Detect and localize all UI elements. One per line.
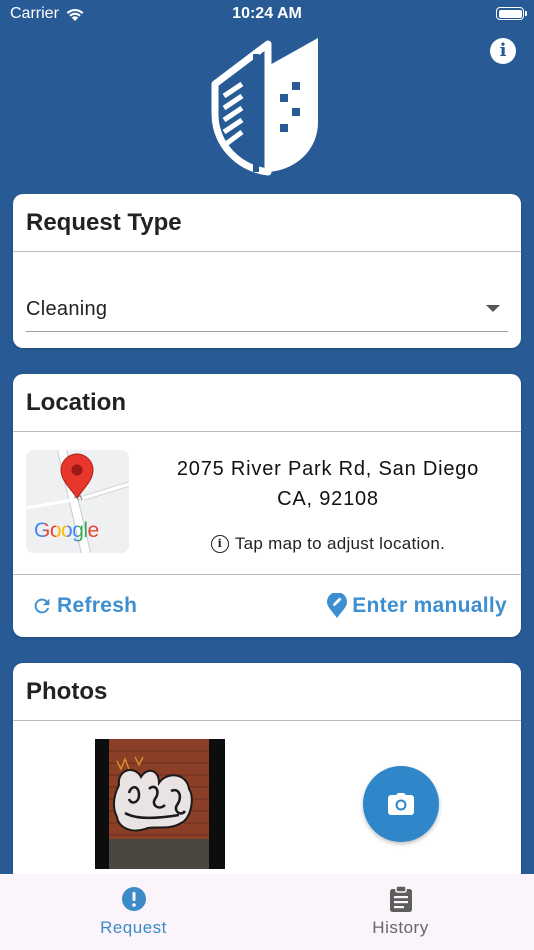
tab-history[interactable]: History <box>267 874 534 950</box>
request-type-value: Cleaning <box>26 298 108 320</box>
location-card: Location ark F Google 2075 River Park Rd… <box>13 374 521 637</box>
clipboard-icon <box>389 886 412 912</box>
request-type-title: Request Type <box>13 194 521 252</box>
location-actions: Refresh Enter manually <box>13 575 521 637</box>
tab-bar: Request History <box>0 874 534 950</box>
tab-request-label: Request <box>100 918 167 937</box>
edit-location-icon <box>327 593 348 618</box>
refresh-button[interactable]: Refresh <box>31 594 137 618</box>
battery-icon <box>496 7 527 20</box>
camera-button[interactable] <box>363 766 439 842</box>
alert-circle-icon <box>121 887 146 911</box>
google-brand: Google <box>34 519 99 543</box>
map-hint-text: Tap map to adjust location. <box>234 534 446 553</box>
address-line-2: CA, 92108 <box>277 488 379 510</box>
dropdown-caret-icon <box>486 305 500 312</box>
tab-history-label: History <box>372 918 429 937</box>
tab-request[interactable]: Request <box>0 874 267 950</box>
refresh-icon <box>34 598 50 614</box>
enter-manually-button[interactable]: Enter manually <box>326 593 507 619</box>
graffiti-photo <box>95 739 225 869</box>
map-hint: i Tap map to adjust location. <box>143 534 513 554</box>
photo-thumbnail[interactable] <box>95 739 225 869</box>
city-building-logo <box>211 38 318 176</box>
camera-icon <box>388 793 414 815</box>
location-title: Location <box>13 374 521 432</box>
info-icon: i <box>499 40 507 61</box>
address: 2075 River Park Rd, San Diego CA, 92108 <box>143 454 513 514</box>
refresh-label: Refresh <box>57 594 138 617</box>
clock: 10:24 AM <box>232 5 302 22</box>
photos-title: Photos <box>13 663 521 721</box>
google-brand-text: Google <box>34 519 99 542</box>
enter-manually-label: Enter manually <box>352 594 507 617</box>
address-line-1: 2075 River Park Rd, San Diego <box>176 458 480 480</box>
info-button[interactable]: i <box>490 38 516 64</box>
request-type-dropdown[interactable]: Cleaning <box>26 274 508 332</box>
info-circle-icon: i <box>210 535 229 553</box>
status-bar: Carrier 10:24 AM <box>0 0 534 28</box>
request-type-card: Request Type Cleaning <box>13 194 521 348</box>
map-thumbnail[interactable]: ark F Google <box>26 450 129 553</box>
